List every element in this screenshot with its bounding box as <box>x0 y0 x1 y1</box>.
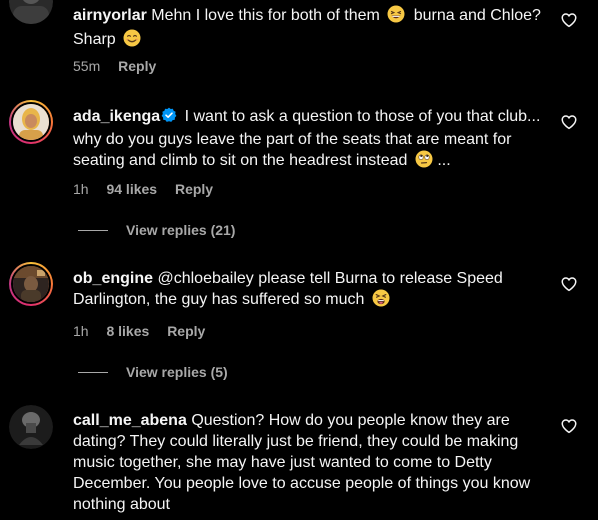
comment-username[interactable]: call_me_abena <box>73 412 187 429</box>
avatar[interactable] <box>9 405 53 449</box>
face-with-rolling-eyes-emoji-icon <box>415 150 433 174</box>
like-heart-icon[interactable] <box>560 11 578 29</box>
comment-body: airnyorlar Mehn I love this for both of … <box>73 5 543 53</box>
smiling-face-emoji-icon <box>123 29 141 53</box>
avatar[interactable] <box>9 0 53 24</box>
reply-button[interactable]: Reply <box>175 181 213 197</box>
like-heart-icon[interactable] <box>560 417 578 435</box>
comment-username[interactable]: airnyorlar <box>73 7 147 24</box>
grinning-squinting-face-emoji-icon <box>387 5 405 29</box>
avatar[interactable] <box>9 262 53 306</box>
avatar-image <box>13 266 49 302</box>
avatar-image <box>9 0 53 24</box>
comment-username[interactable]: ada_ikenga <box>73 108 160 125</box>
comment-body: ob_engine @chloebailey please tell Burna… <box>73 268 543 313</box>
like-heart-icon[interactable] <box>560 113 578 131</box>
comments-feed: airnyorlar Mehn I love this for both of … <box>0 0 598 520</box>
avatar[interactable] <box>9 100 53 144</box>
view-replies-line <box>78 230 108 231</box>
verified-badge-icon <box>161 107 177 129</box>
like-heart-icon[interactable] <box>560 275 578 293</box>
avatar-image <box>9 405 53 449</box>
avatar-image <box>13 104 49 140</box>
tired-face-emoji-icon <box>372 289 390 313</box>
comment-username[interactable]: ob_engine <box>73 270 153 287</box>
likes-count[interactable]: 8 likes <box>106 323 149 339</box>
comment-body: ada_ikenga I want to ask a question to t… <box>73 106 543 174</box>
comment-time: 1h <box>73 323 89 339</box>
likes-count[interactable]: 94 likes <box>106 181 157 197</box>
comment-meta: 1h 8 likes Reply <box>73 322 219 340</box>
comment-ellipsis: ... <box>437 152 451 169</box>
view-replies-label[interactable]: View replies (21) <box>126 221 235 239</box>
comment-time: 55m <box>73 58 101 74</box>
comment-text: Mehn I love this for both of them <box>151 7 380 24</box>
view-replies-label[interactable]: View replies (5) <box>126 363 228 381</box>
reply-button[interactable]: Reply <box>167 323 205 339</box>
view-replies-line <box>78 372 108 373</box>
comment-body: call_me_abena Question? How do you peopl… <box>73 410 543 515</box>
comment-time: 1h <box>73 181 89 197</box>
comment-meta: 1h 94 likes Reply <box>73 180 227 198</box>
comment-meta: 55m Reply <box>73 57 170 75</box>
reply-button[interactable]: Reply <box>118 58 156 74</box>
